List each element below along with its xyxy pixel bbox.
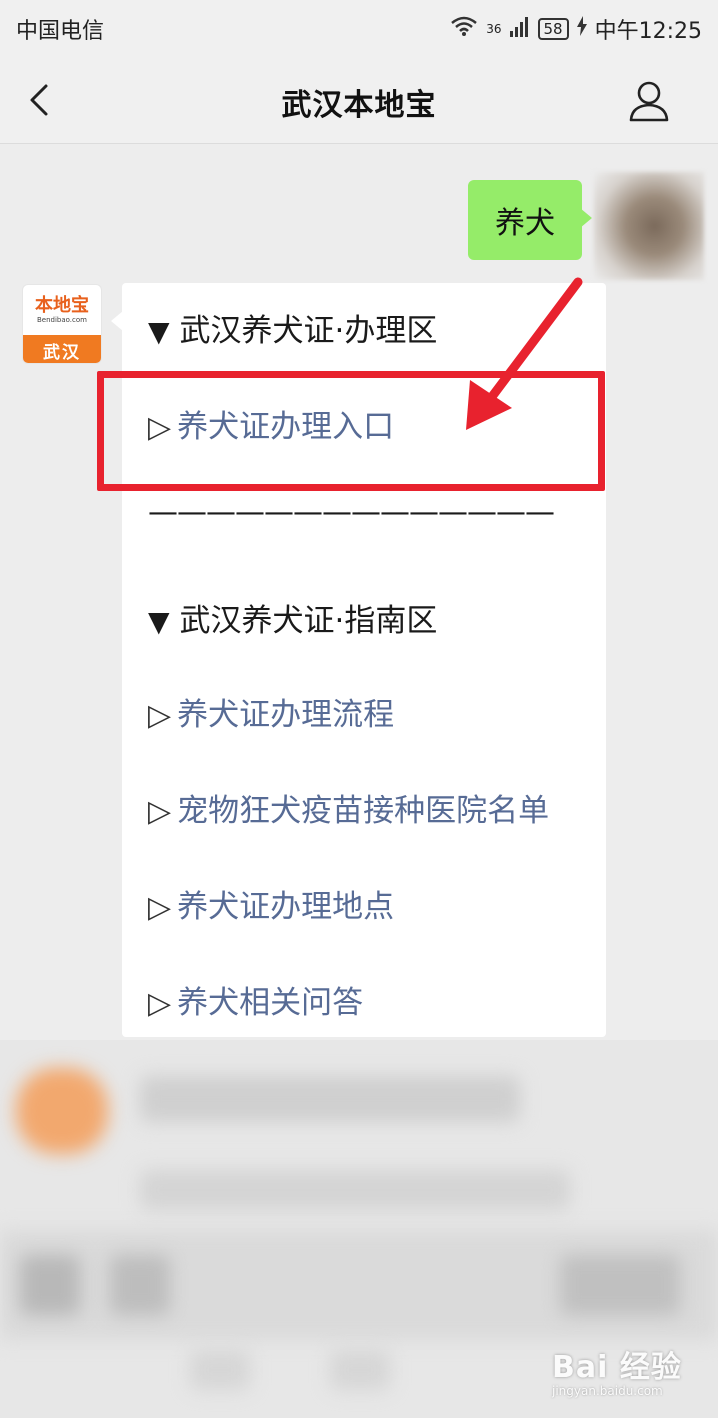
blurred-button [560, 1255, 680, 1315]
user-message-bubble[interactable]: 养犬 [468, 180, 592, 260]
status-indicators: 36 58 中午12:25 [450, 13, 702, 45]
section-title-guide-text: 武汉养犬证·指南区 [179, 603, 438, 639]
battery-level: 58 [537, 18, 569, 40]
charging-icon [576, 16, 587, 42]
triangle-down-icon: ▼ [148, 315, 170, 348]
section-title-apply: ▼ 武汉养犬证·办理区 [148, 305, 437, 350]
blurred-button [20, 1255, 80, 1315]
link-vaccine-hospitals-text: 宠物狂犬疫苗接种医院名单 [177, 793, 550, 829]
bot-avatar-logo: 本地宝 Bendibao.com [23, 285, 101, 335]
section-title-apply-text: 武汉养犬证·办理区 [179, 313, 438, 349]
link-faq[interactable]: ▷ 养犬相关问答 [148, 977, 363, 1022]
link-locations[interactable]: ▷ 养犬证办理地点 [148, 881, 394, 926]
triangle-right-icon: ▷ [148, 698, 172, 733]
bot-avatar-logo-text: 本地宝 [35, 294, 89, 316]
triangle-right-icon: ▷ [148, 794, 172, 829]
triangle-down-icon: ▼ [148, 605, 170, 638]
separator-line: —————————————— [148, 495, 555, 530]
person-icon [629, 81, 669, 122]
profile-button[interactable] [626, 78, 672, 124]
triangle-right-icon: ▷ [148, 890, 172, 925]
clock: 中午12:25 [594, 19, 702, 44]
network-type-label: 36 [486, 22, 502, 36]
signal-icon [509, 15, 530, 43]
watermark-text: Bai 经验 [552, 1350, 682, 1385]
link-locations-text: 养犬证办理地点 [177, 889, 395, 925]
triangle-right-icon: ▷ [148, 410, 172, 445]
blurred-message [140, 1170, 570, 1210]
user-message-text: 养犬 [495, 206, 555, 241]
bot-avatar-domain: Bendibao.com [36, 315, 87, 324]
blurred-button [330, 1350, 390, 1390]
section-title-guide: ▼ 武汉养犬证·指南区 [148, 595, 437, 640]
link-faq-text: 养犬相关问答 [177, 985, 364, 1021]
status-bar: 中国电信 36 58 中午12:25 [0, 0, 718, 58]
watermark-url: jingyan.baidu.com [552, 1384, 663, 1398]
bot-avatar-city: 武汉 [23, 335, 101, 363]
link-process[interactable]: ▷ 养犬证办理流程 [148, 689, 394, 734]
link-vaccine-hospitals[interactable]: ▷ 宠物狂犬疫苗接种医院名单 [148, 785, 549, 830]
carrier-label: 中国电信 [16, 19, 105, 44]
wifi-icon [450, 15, 478, 43]
link-process-text: 养犬证办理流程 [177, 697, 395, 733]
blurred-message [140, 1076, 520, 1122]
baidu-jingyan-watermark: Bai 经验 jingyan.baidu.com [552, 1336, 712, 1406]
triangle-right-icon: ▷ [148, 986, 172, 1021]
link-apply-entry[interactable]: ▷ 养犬证办理入口 [148, 401, 394, 446]
bot-avatar[interactable]: 本地宝 Bendibao.com 武汉 [22, 284, 102, 364]
nav-bar: 武汉本地宝 [0, 58, 718, 144]
link-apply-entry-text: 养犬证办理入口 [177, 409, 395, 445]
blurred-button [190, 1350, 250, 1390]
blurred-button [110, 1255, 170, 1315]
blurred-avatar [16, 1068, 108, 1154]
bot-message-bubble: ▼ 武汉养犬证·办理区 ▷ 养犬证办理入口 —————————————— ▼ 武汉养犬… [111, 283, 606, 1037]
page-title: 武汉本地宝 [281, 88, 437, 123]
user-avatar[interactable] [594, 172, 704, 280]
